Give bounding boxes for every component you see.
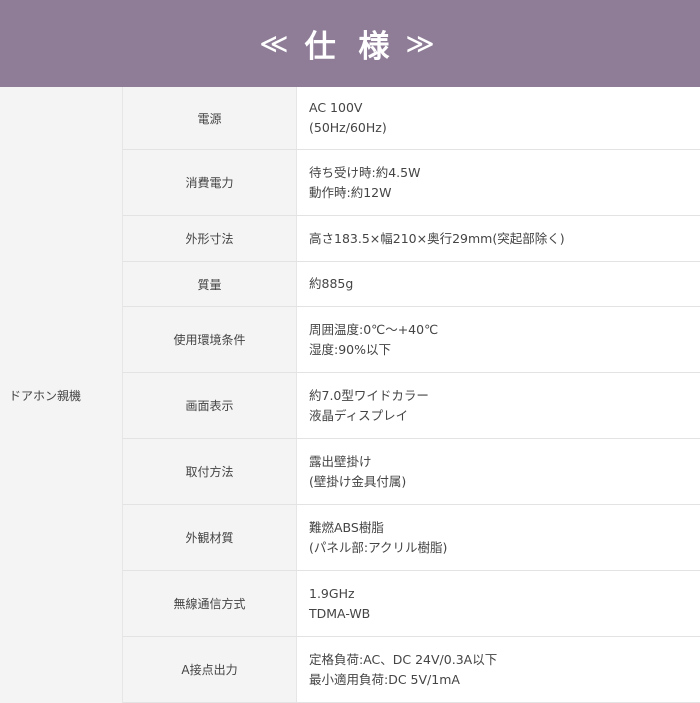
spec-label: 画面表示 [123, 373, 297, 438]
spec-label: 外観材質 [123, 505, 297, 570]
spec-value-line: (50Hz/60Hz) [309, 120, 387, 135]
spec-value: 露出壁掛け (壁掛け金具付属) [297, 439, 700, 504]
spec-row: 電源 AC 100V (50Hz/60Hz) [123, 87, 700, 150]
spec-value-line: (パネル部:アクリル樹脂) [309, 539, 448, 555]
spec-value-line: 露出壁掛け [309, 453, 372, 469]
spec-rows: 電源 AC 100V (50Hz/60Hz) 消費電力 待ち受け時:約4.5W … [123, 87, 700, 703]
spec-value: 定格負荷:AC、DC 24V/0.3A以下 最小適用負荷:DC 5V/1mA [297, 637, 700, 702]
spec-row: 外観材質 難燃ABS樹脂 (パネル部:アクリル樹脂) [123, 505, 700, 571]
right-double-angle-mark: ≫ [405, 27, 441, 60]
spec-label: 外形寸法 [123, 216, 297, 261]
spec-value-line: 高さ183.5×幅210×奥行29mm(突起部除く) [309, 230, 565, 246]
spec-row: 使用環境条件 周囲温度:0℃～+40℃ 湿度:90%以下 [123, 307, 700, 373]
spec-label: 無線通信方式 [123, 571, 297, 636]
spec-label: 電源 [123, 87, 297, 149]
spec-row: A接点出力 定格負荷:AC、DC 24V/0.3A以下 最小適用負荷:DC 5V… [123, 637, 700, 703]
spec-value: 待ち受け時:約4.5W 動作時:約12W [297, 150, 700, 215]
spec-value-line: 液晶ディスプレイ [309, 407, 409, 423]
spec-row: 無線通信方式 1.9GHz TDMA-WB [123, 571, 700, 637]
group-label: ドアホン親機 [0, 87, 123, 703]
left-double-angle-mark: ≪ [259, 27, 295, 60]
spec-row: 取付方法 露出壁掛け (壁掛け金具付属) [123, 439, 700, 505]
spec-value-line: 約885g [309, 276, 354, 291]
spec-value-line: 最小適用負荷:DC 5V/1mA [309, 671, 460, 687]
spec-value-line: 動作時:約12W [309, 184, 392, 200]
spec-label: 取付方法 [123, 439, 297, 504]
spec-row: 画面表示 約7.0型ワイドカラー 液晶ディスプレイ [123, 373, 700, 439]
spec-value: 1.9GHz TDMA-WB [297, 571, 700, 636]
spec-table: ドアホン親機 電源 AC 100V (50Hz/60Hz) 消費電力 待ち受け時… [0, 87, 700, 703]
spec-row: 消費電力 待ち受け時:約4.5W 動作時:約12W [123, 150, 700, 216]
spec-value: AC 100V (50Hz/60Hz) [297, 87, 700, 149]
spec-value-line: 湿度:90%以下 [309, 341, 391, 357]
spec-value-line: 1.9GHz [309, 585, 355, 601]
spec-label: 消費電力 [123, 150, 297, 215]
spec-value-line: TDMA-WB [309, 605, 371, 621]
spec-label: 質量 [123, 262, 297, 306]
spec-value-line: 待ち受け時:約4.5W [309, 164, 421, 180]
spec-value: 難燃ABS樹脂 (パネル部:アクリル樹脂) [297, 505, 700, 570]
spec-header: ≪ 仕 様 ≫ [0, 0, 700, 87]
spec-value: 約885g [297, 262, 700, 306]
spec-value: 約7.0型ワイドカラー 液晶ディスプレイ [297, 373, 700, 438]
spec-value: 高さ183.5×幅210×奥行29mm(突起部除く) [297, 216, 700, 261]
spec-value-line: 定格負荷:AC、DC 24V/0.3A以下 [309, 651, 498, 667]
spec-label: A接点出力 [123, 637, 297, 702]
spec-row: 質量 約885g [123, 262, 700, 307]
spec-value: 周囲温度:0℃～+40℃ 湿度:90%以下 [297, 307, 700, 372]
spec-value-line: AC 100V [309, 100, 363, 115]
spec-value-line: 約7.0型ワイドカラー [309, 387, 429, 403]
spec-value-line: 周囲温度:0℃～+40℃ [309, 321, 439, 337]
spec-value-line: (壁掛け金具付属) [309, 473, 407, 489]
spec-label: 使用環境条件 [123, 307, 297, 372]
spec-row: 外形寸法 高さ183.5×幅210×奥行29mm(突起部除く) [123, 216, 700, 262]
spec-value-line: 難燃ABS樹脂 [309, 519, 384, 535]
page-title: 仕 様 [304, 29, 396, 65]
